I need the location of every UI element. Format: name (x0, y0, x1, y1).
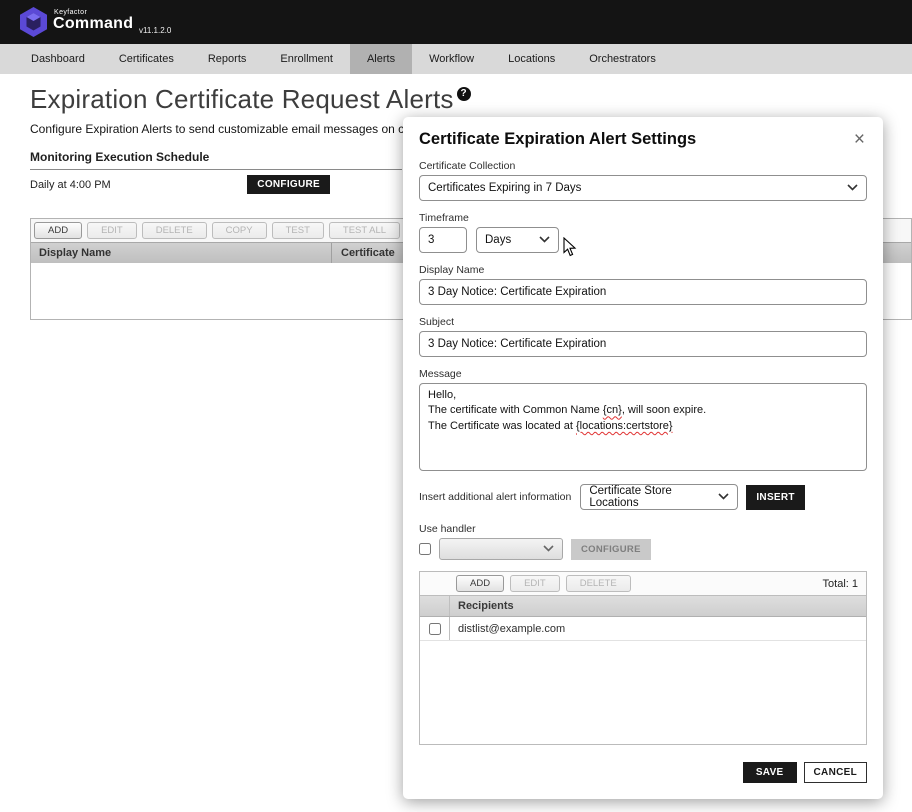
nav-certificates[interactable]: Certificates (102, 44, 191, 74)
insert-button[interactable]: INSERT (746, 485, 804, 510)
message-line-3: The Certificate was located at {location… (428, 419, 858, 434)
timeframe-label: Timeframe (419, 212, 867, 224)
chevron-down-icon (539, 234, 550, 246)
close-icon[interactable]: × (852, 130, 867, 149)
insert-info-label: Insert additional alert information (419, 491, 571, 503)
test-alert-button[interactable]: TEST (272, 222, 324, 239)
save-button[interactable]: SAVE (743, 762, 797, 783)
nav-alerts[interactable]: Alerts (350, 44, 412, 74)
nav-reports[interactable]: Reports (191, 44, 264, 74)
nav-dashboard[interactable]: Dashboard (14, 44, 102, 74)
app-header: Keyfactor Command v11.1.2.0 (0, 0, 912, 44)
edit-recipient-button[interactable]: EDIT (510, 575, 560, 592)
monitoring-schedule-value: Daily at 4:00 PM (30, 179, 111, 191)
add-alert-button[interactable]: ADD (34, 222, 82, 239)
column-display-name: Display Name (31, 247, 331, 259)
recipient-email: distlist@example.com (450, 623, 565, 635)
monitoring-schedule-label: Monitoring Execution Schedule (30, 150, 209, 164)
configure-schedule-button[interactable]: CONFIGURE (247, 175, 330, 194)
cn-token: {cn} (603, 404, 622, 416)
copy-alert-button[interactable]: COPY (212, 222, 267, 239)
certificate-collection-label: Certificate Collection (419, 160, 867, 172)
help-icon[interactable]: ? (457, 87, 471, 101)
use-handler-label: Use handler (419, 523, 867, 535)
message-textarea[interactable]: Hello, The certificate with Common Name … (419, 383, 867, 471)
recipient-checkbox[interactable] (429, 623, 441, 635)
message-line-2: The certificate with Common Name {cn}, w… (428, 403, 858, 418)
recipients-empty-area (420, 641, 866, 744)
alert-settings-modal: Certificate Expiration Alert Settings × … (403, 117, 883, 799)
monitoring-section: Monitoring Execution Schedule (30, 148, 402, 170)
insert-info-select[interactable]: Certificate Store Locations (580, 484, 738, 510)
chevron-down-icon (718, 491, 729, 503)
timeframe-unit-value: Days (485, 234, 511, 246)
edit-alert-button[interactable]: EDIT (87, 222, 137, 239)
cancel-button[interactable]: CANCEL (804, 762, 867, 783)
display-name-label: Display Name (419, 264, 867, 276)
main-nav: Dashboard Certificates Reports Enrollmen… (0, 44, 912, 74)
chevron-down-icon (847, 182, 858, 194)
message-label: Message (419, 368, 867, 380)
insert-info-value: Certificate Store Locations (589, 485, 713, 509)
delete-recipient-button[interactable]: DELETE (566, 575, 631, 592)
recipients-toolbar: ADD EDIT DELETE Total: 1 (420, 572, 866, 595)
display-name-input[interactable] (419, 279, 867, 305)
configure-handler-button[interactable]: CONFIGURE (571, 539, 651, 560)
page-title: Expiration Certificate Request Alerts (30, 84, 454, 114)
column-recipients: Recipients (450, 600, 514, 612)
chevron-down-icon (543, 543, 554, 555)
nav-workflow[interactable]: Workflow (412, 44, 491, 74)
keyfactor-logo-icon (18, 6, 49, 43)
timeframe-unit-select[interactable]: Days (476, 227, 559, 253)
subject-input[interactable] (419, 331, 867, 357)
version-label: v11.1.2.0 (139, 26, 171, 35)
nav-orchestrators[interactable]: Orchestrators (572, 44, 673, 74)
timeframe-input[interactable] (419, 227, 467, 253)
add-recipient-button[interactable]: ADD (456, 575, 504, 592)
recipients-panel: ADD EDIT DELETE Total: 1 Recipients dist… (419, 571, 867, 745)
certificate-collection-select[interactable]: Certificates Expiring in 7 Days (419, 175, 867, 201)
recipient-row[interactable]: distlist@example.com (420, 617, 866, 641)
subject-label: Subject (419, 316, 867, 328)
recipients-total: Total: 1 (823, 578, 858, 590)
test-all-alerts-button[interactable]: TEST ALL (329, 222, 400, 239)
handler-select[interactable] (439, 538, 563, 560)
message-line-1: Hello, (428, 388, 858, 403)
recipients-select-all-cell (420, 596, 450, 616)
use-handler-checkbox[interactable] (419, 543, 431, 555)
certificate-collection-value: Certificates Expiring in 7 Days (428, 182, 581, 194)
nav-locations[interactable]: Locations (491, 44, 572, 74)
delete-alert-button[interactable]: DELETE (142, 222, 207, 239)
modal-title: Certificate Expiration Alert Settings (419, 130, 696, 149)
nav-enrollment[interactable]: Enrollment (263, 44, 350, 74)
brand-command: Command (53, 15, 133, 33)
location-token: {locations:certstore} (576, 420, 673, 432)
recipients-table-header: Recipients (420, 595, 866, 617)
